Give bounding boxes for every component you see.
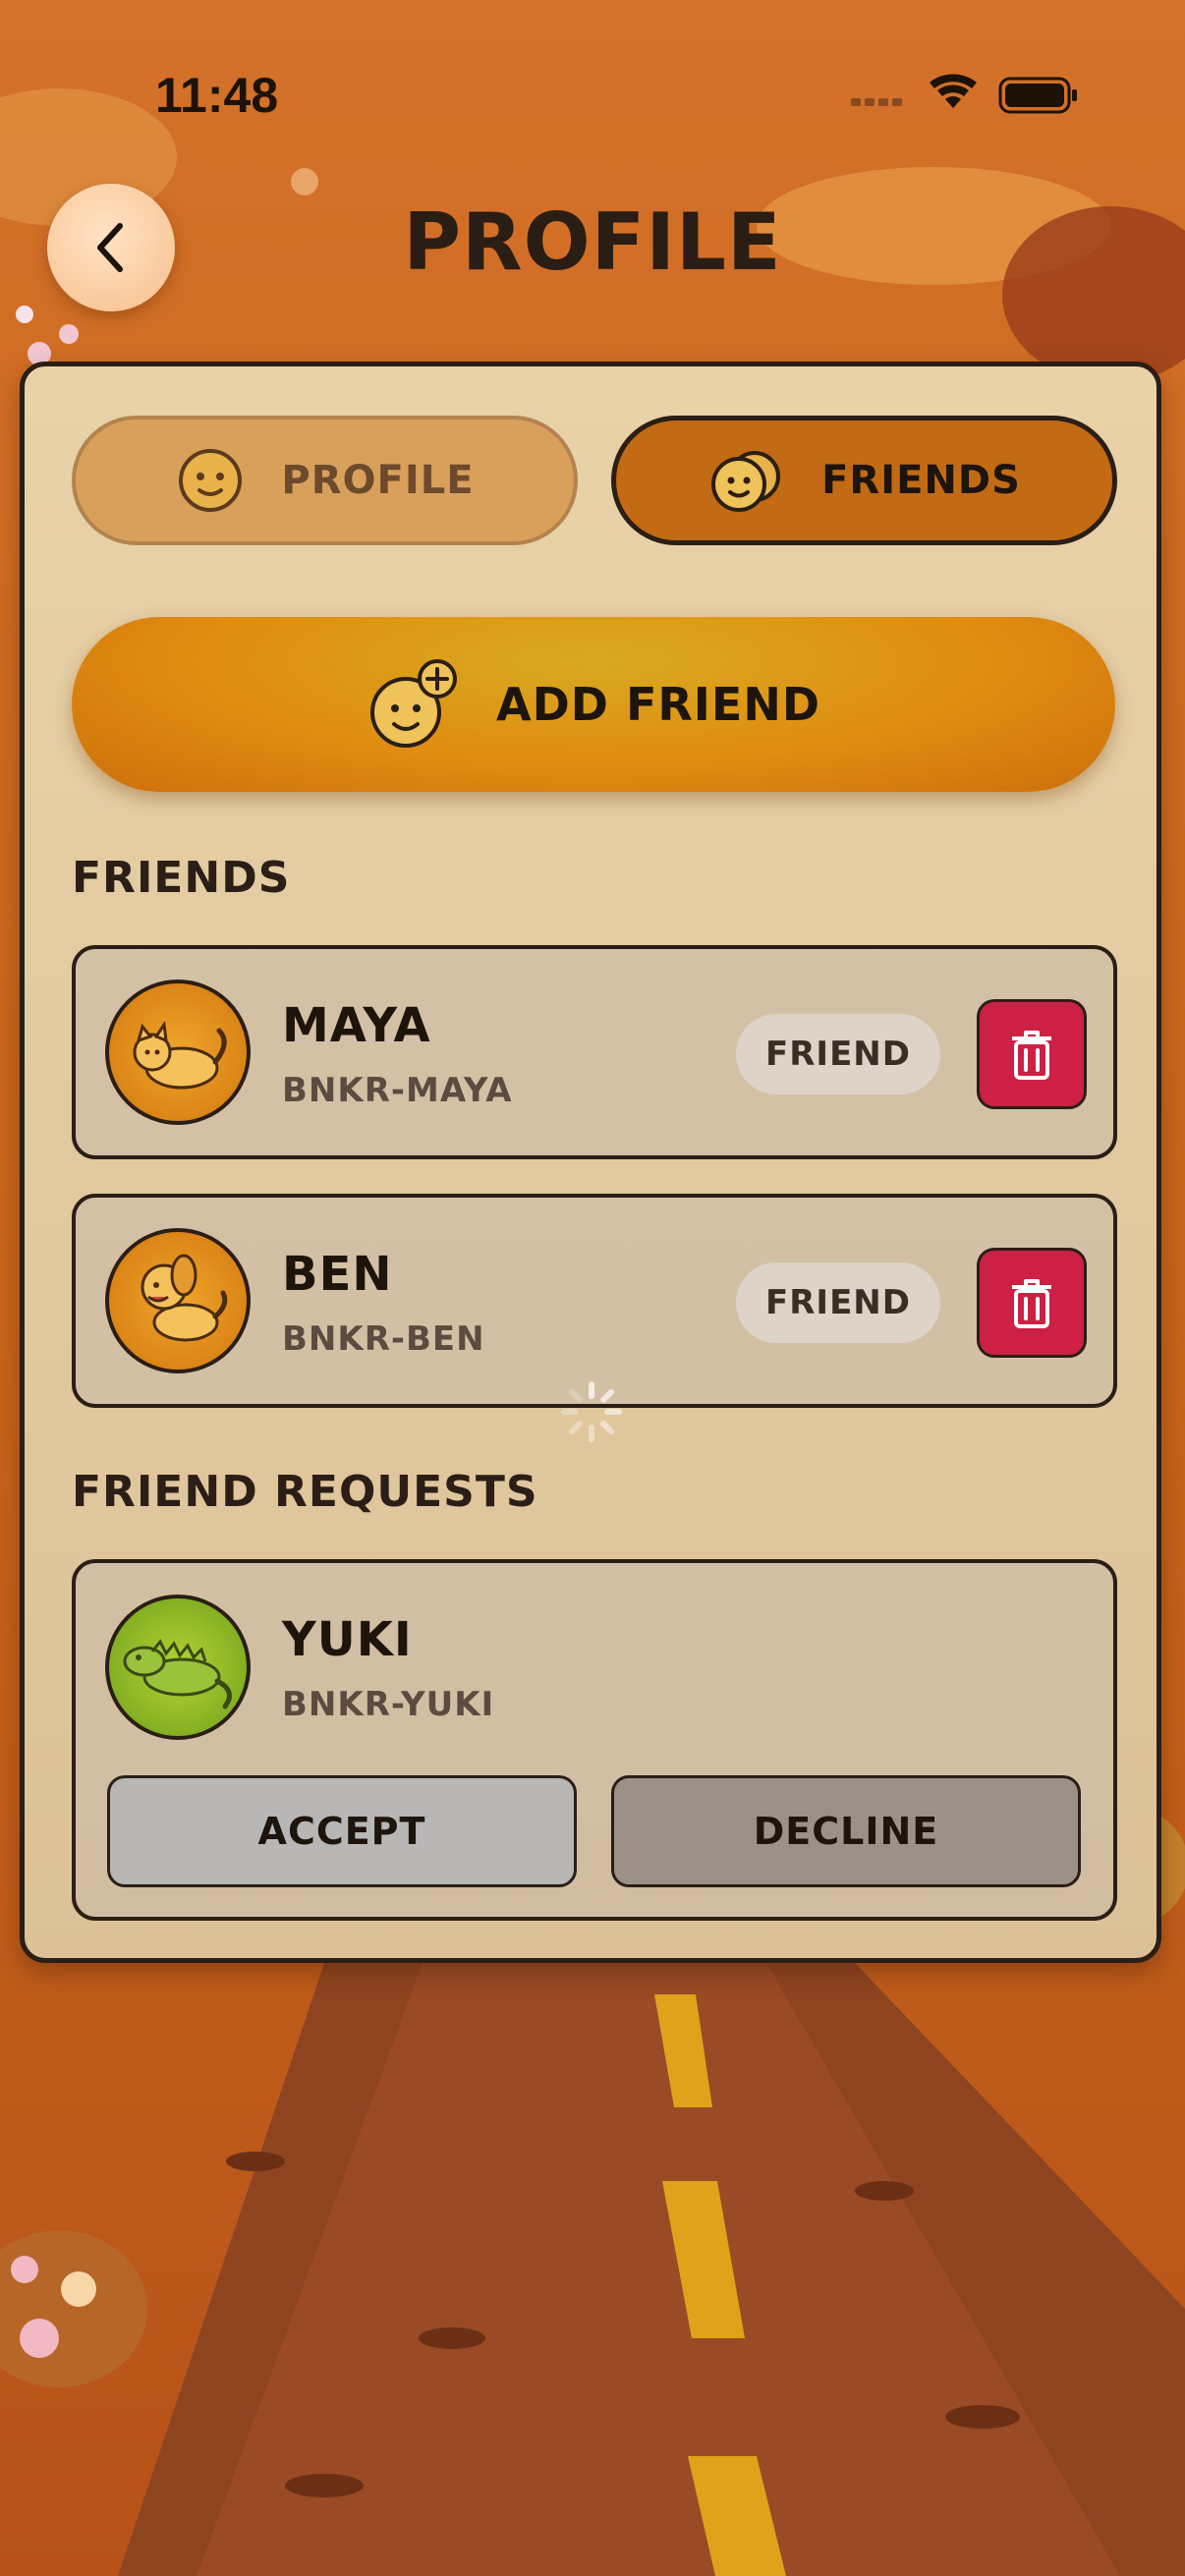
friend-card: BEN BNKR-BEN FRIEND	[72, 1194, 1117, 1408]
wifi-icon	[930, 74, 977, 108]
face-icon	[179, 449, 243, 512]
battery-icon	[998, 77, 1077, 114]
status-icons	[851, 74, 1077, 114]
request-handle: BNKR-YUKI	[282, 1685, 495, 1724]
friend-avatar	[105, 980, 251, 1125]
request-name: YUKI	[282, 1612, 413, 1667]
dog-icon	[141, 1254, 228, 1342]
request-avatar	[105, 1595, 251, 1740]
friend-card: MAYA BNKR-MAYA FRIEND	[72, 945, 1117, 1159]
friend-handle: BNKR-BEN	[282, 1319, 485, 1359]
friend-avatar	[105, 1228, 251, 1373]
cellular-signal-icon	[851, 98, 902, 106]
friend-name: BEN	[282, 1247, 393, 1302]
cat-icon	[133, 1020, 227, 1090]
two-faces-icon	[711, 451, 781, 512]
friend-name: MAYA	[282, 998, 431, 1053]
status-time: 11:48	[155, 68, 279, 123]
trash-icon	[1012, 1279, 1051, 1328]
iguana-icon	[123, 1639, 232, 1709]
delete-friend-button[interactable]	[977, 999, 1087, 1109]
add-person-icon	[369, 659, 457, 748]
tab-friends[interactable]: FRIENDS	[611, 416, 1117, 545]
friend-request-card: YUKI BNKR-YUKI ACCEPT DECLINE	[72, 1559, 1117, 1921]
page-title: PROFILE	[403, 196, 782, 288]
tab-profile-label: PROFILE	[281, 458, 475, 503]
friend-status-badge: FRIEND	[736, 1014, 940, 1094]
add-friend-button[interactable]: ADD FRIEND	[72, 617, 1115, 792]
friend-handle: BNKR-MAYA	[282, 1071, 513, 1110]
tab-profile[interactable]: PROFILE	[72, 416, 578, 545]
delete-friend-button[interactable]	[977, 1248, 1087, 1358]
tab-friends-label: FRIENDS	[821, 458, 1021, 503]
accept-request-button[interactable]: ACCEPT	[107, 1775, 577, 1887]
loading-spinner-icon	[561, 1381, 622, 1442]
friends-panel: PROFILE FRIENDS ADD FRIEND FRIENDS MAYA …	[20, 362, 1161, 1963]
add-friend-label: ADD FRIEND	[495, 678, 821, 731]
requests-section-title: FRIEND REQUESTS	[72, 1467, 538, 1517]
trash-icon	[1012, 1031, 1051, 1080]
friends-section-title: FRIENDS	[72, 853, 291, 903]
friend-status-badge: FRIEND	[736, 1262, 940, 1343]
decline-request-button[interactable]: DECLINE	[611, 1775, 1081, 1887]
